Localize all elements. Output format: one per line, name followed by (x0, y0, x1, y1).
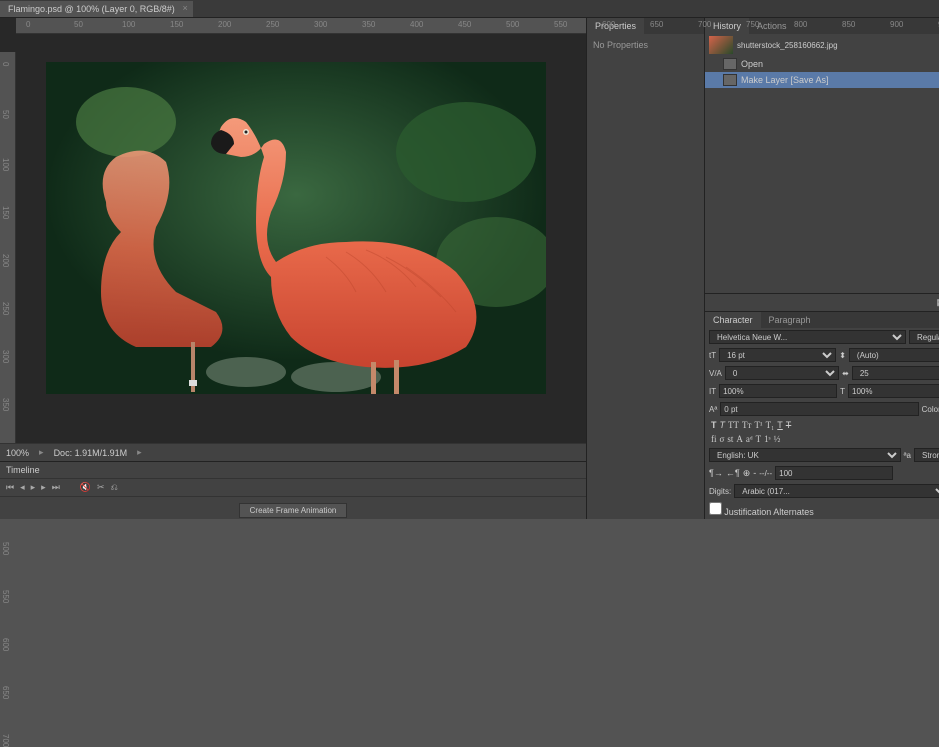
stylistic-button[interactable]: st (727, 434, 733, 444)
zoom-level[interactable]: 100% (6, 448, 29, 458)
create-frame-animation-button[interactable]: Create Frame Animation (239, 503, 348, 518)
timeline-tab[interactable]: Timeline (0, 462, 586, 479)
vscale-input[interactable] (719, 384, 837, 398)
bold-button[interactable]: T (711, 420, 717, 430)
next-frame-icon[interactable]: ▸ (41, 482, 46, 493)
discretionary-button[interactable]: 1ˢ (764, 434, 770, 444)
digits-label: Digits: (709, 487, 731, 496)
font-style-select[interactable]: Regular (909, 330, 939, 344)
fraction-button[interactable]: ½ (774, 434, 781, 444)
audio-icon[interactable]: 🔇 (80, 482, 91, 493)
doc-size: Doc: 1.91M/1.91M (54, 448, 128, 458)
baseline-input[interactable] (720, 402, 918, 416)
underline-button[interactable]: T (777, 420, 783, 430)
history-source[interactable]: shutterstock_258160662.jpg (705, 34, 939, 56)
timeline-panel: Timeline ⏮ ◂ ▸ ▸ ⏭ 🔇 ✂ ⎌ Create Frame An… (0, 461, 586, 519)
leading-select[interactable]: (Auto) (849, 348, 939, 362)
tracking-icon: ⬌ (842, 369, 849, 378)
strike-button[interactable]: T (786, 420, 792, 430)
antialias-select[interactable]: Strong (914, 448, 939, 462)
titling-button[interactable]: A (736, 434, 743, 444)
ordinals-button[interactable]: aᵈ (746, 434, 753, 444)
allcaps-button[interactable]: TT (728, 420, 739, 430)
font-family-select[interactable]: Helvetica Neue W... (709, 330, 906, 344)
smallcaps-button[interactable]: Tᴛ (742, 420, 751, 430)
oldstyle-button[interactable]: σ (720, 434, 725, 444)
color-label: Color: (922, 405, 939, 414)
play-icon[interactable]: ▸ (31, 482, 36, 493)
transition-icon[interactable]: ⎌ (111, 482, 118, 493)
history-tab[interactable]: History (705, 18, 749, 34)
font-size-icon: tT (709, 351, 716, 360)
baseline-icon: Aª (709, 405, 717, 414)
split-icon[interactable]: ✂ (97, 482, 105, 493)
tracking-select[interactable]: 25 (852, 366, 939, 380)
hscale-icon: T (840, 387, 845, 396)
history-item[interactable]: Open (705, 56, 939, 72)
goto-first-icon[interactable]: ⏮ (6, 482, 14, 493)
glyph-icon[interactable]: ⊕ (743, 468, 751, 479)
history-thumb (709, 36, 733, 54)
document-tab[interactable]: Flamingo.psd @ 100% (Layer 0, RGB/8#) (0, 1, 193, 17)
character-tab[interactable]: Character (705, 312, 761, 328)
dir-ltr-icon[interactable]: ¶→ (709, 468, 723, 478)
fractions-button[interactable]: T (756, 434, 762, 444)
canvas[interactable] (46, 62, 546, 394)
italic-button[interactable]: T (720, 420, 726, 430)
percent-input[interactable] (775, 466, 893, 480)
image-content (46, 62, 546, 394)
goto-last-icon[interactable]: ⏭ (52, 482, 60, 493)
ruler-horizontal: 0501001502002503003504004505005506006507… (16, 18, 586, 34)
properties-tab[interactable]: Properties (587, 18, 644, 34)
properties-body: No Properties (587, 34, 704, 56)
canvas-area: 0501001502002503003504004505005506006507… (0, 18, 586, 519)
dir-rtl-icon[interactable]: ←¶ (726, 468, 740, 478)
justification-alternates-checkbox[interactable] (709, 502, 722, 515)
history-item[interactable]: Make Layer [Save As] (705, 72, 939, 88)
leading-icon: ⬍ (839, 351, 846, 360)
ligature-button[interactable]: fi (711, 434, 717, 444)
font-size-select[interactable]: 16 pt (719, 348, 836, 362)
superscript-button[interactable]: T¹ (754, 420, 762, 430)
digits-select[interactable]: Arabic (017... (734, 484, 939, 498)
language-select[interactable]: English: UK (709, 448, 901, 462)
prev-frame-icon[interactable]: ◂ (20, 482, 25, 493)
subscript-button[interactable]: T₁ (766, 420, 775, 430)
status-bar: 100% ▸ Doc: 1.91M/1.91M ▸ (0, 443, 586, 461)
kerning-icon: V/A (709, 369, 722, 378)
kerning-select[interactable]: 0 (725, 366, 839, 380)
ruler-vertical: 0501001502002503003504004505005506006507… (0, 52, 16, 443)
hyphen-icon[interactable]: - (753, 468, 756, 478)
vscale-icon: IT (709, 387, 716, 396)
hscale-input[interactable] (848, 384, 939, 398)
paragraph-tab[interactable]: Paragraph (761, 312, 819, 328)
